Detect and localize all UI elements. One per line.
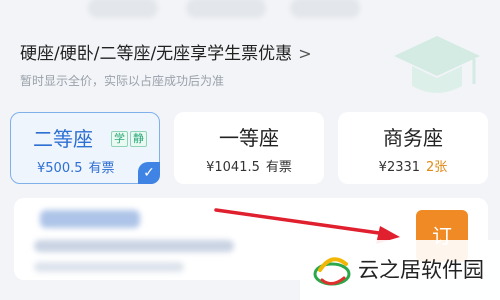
blurred-top-bar [0,0,500,22]
chevron-right-icon: > [298,44,312,63]
student-tag: 学 [111,131,128,147]
seat-price: ¥1041.5 [206,160,260,175]
seat-tags: 学静 [111,127,149,147]
checkmark-icon: ✓ [138,162,160,184]
quiet-tag: 静 [130,131,147,147]
seat-option-first-class[interactable]: 一等座 ¥1041.5 有票 [174,112,324,184]
seat-availability: 2张 [426,160,448,175]
seat-option-second-class[interactable]: 二等座 学静 ¥500.5 有票 ✓ [10,112,160,184]
watermark: 云之居软件园 [300,240,500,300]
seat-price-line: ¥2331 2张 [338,156,488,175]
student-discount-banner[interactable]: 硬座/硬卧/二等座/无座享学生票优惠 > 暂时显示全价，实际以占座成功后为准 [20,42,480,89]
swirl-logo-icon [313,257,351,286]
seat-price: ¥2331 [378,160,421,175]
seat-class-selector: 二等座 学静 ¥500.5 有票 ✓ 一等座 ¥1041.5 有票 商务座 ¥233… [10,112,490,188]
seat-name: 一等座 [219,126,279,150]
seat-availability: 有票 [265,160,292,175]
promo-subtitle: 暂时显示全价，实际以占座成功后为准 [20,74,225,88]
seat-price: ¥500.5 [37,161,83,176]
seat-option-business-class[interactable]: 商务座 ¥2331 2张 [338,112,488,184]
seat-name: 商务座 [383,126,443,150]
seat-availability: 有票 [88,161,115,176]
seat-price-line: ¥1041.5 有票 [174,156,324,175]
watermark-text: 云之居软件园 [358,258,484,282]
promo-title: 硬座/硬卧/二等座/无座享学生票优惠 [20,44,293,64]
